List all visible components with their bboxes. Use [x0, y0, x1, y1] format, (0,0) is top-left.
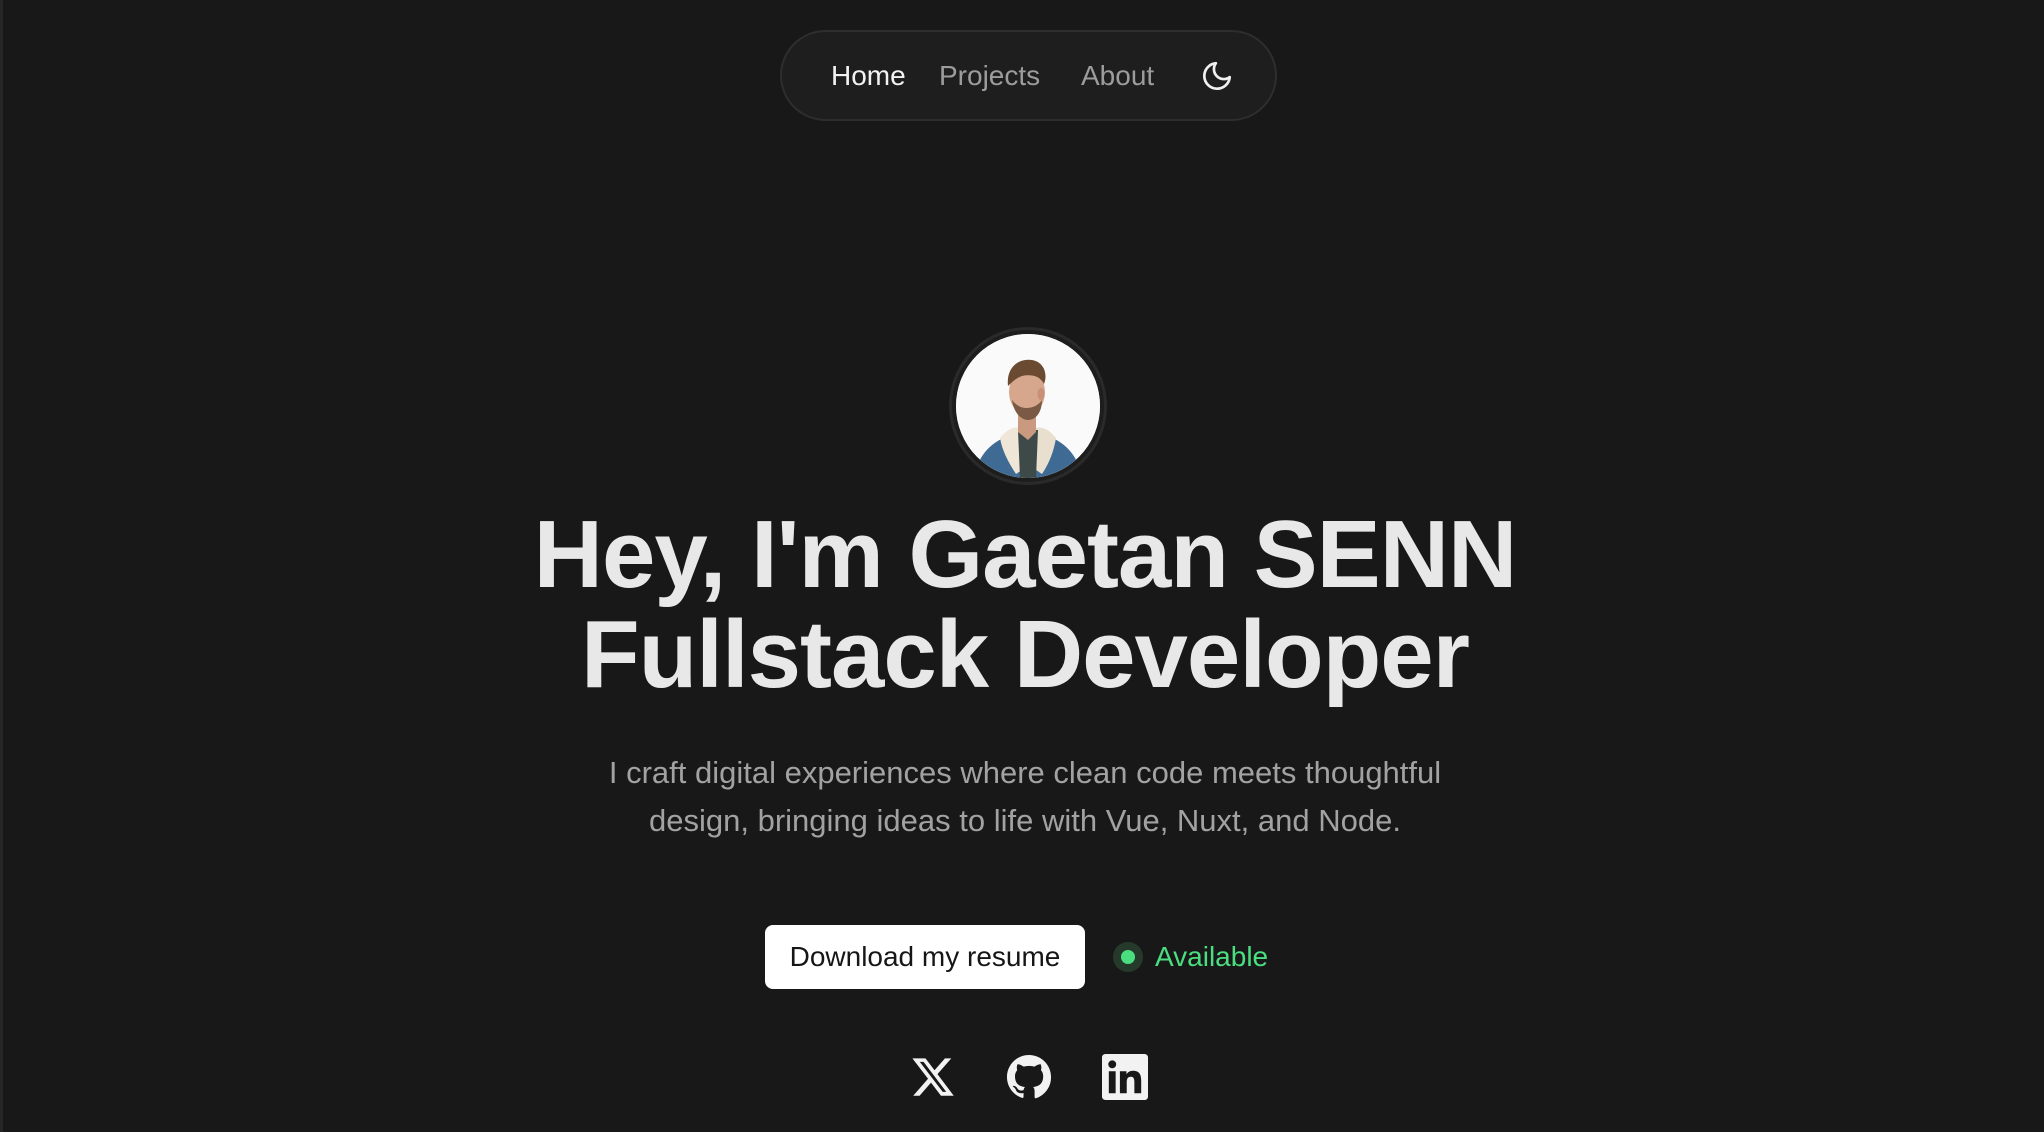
avatar [949, 327, 1107, 485]
status-dot-icon [1113, 942, 1143, 972]
status-dot [1121, 950, 1135, 964]
x-icon[interactable] [910, 1054, 956, 1100]
availability-status: Available [1113, 925, 1268, 989]
headline-line-1: Hey, I'm Gaetan SENN [533, 501, 1518, 608]
hero-subtitle: I craft digital experiences where clean … [3, 749, 2044, 845]
top-nav: Home Projects About [780, 30, 1277, 121]
download-resume-button[interactable]: Download my resume [765, 925, 1085, 989]
subtitle-line-2: design, bringing ideas to life with Vue,… [649, 803, 1401, 838]
subtitle-line-1: I craft digital experiences where clean … [608, 755, 1442, 790]
headline-line-2: Fullstack Developer [580, 601, 1470, 708]
linkedin-icon[interactable] [1102, 1054, 1148, 1100]
social-links [3, 1054, 2044, 1102]
nav-item-projects[interactable]: Projects [939, 32, 1040, 119]
nav-item-about[interactable]: About [1081, 32, 1154, 119]
status-label: Available [1155, 941, 1269, 972]
moon-icon[interactable] [1200, 59, 1234, 93]
github-icon[interactable] [1006, 1054, 1052, 1100]
hero-headline: Hey, I'm Gaetan SENN Fullstack Developer [3, 505, 2044, 705]
nav-item-home[interactable]: Home [831, 32, 906, 119]
avatar-photo [956, 334, 1100, 478]
page: Home Projects About Hey, I'm Gaetan SENN… [0, 0, 2044, 1132]
